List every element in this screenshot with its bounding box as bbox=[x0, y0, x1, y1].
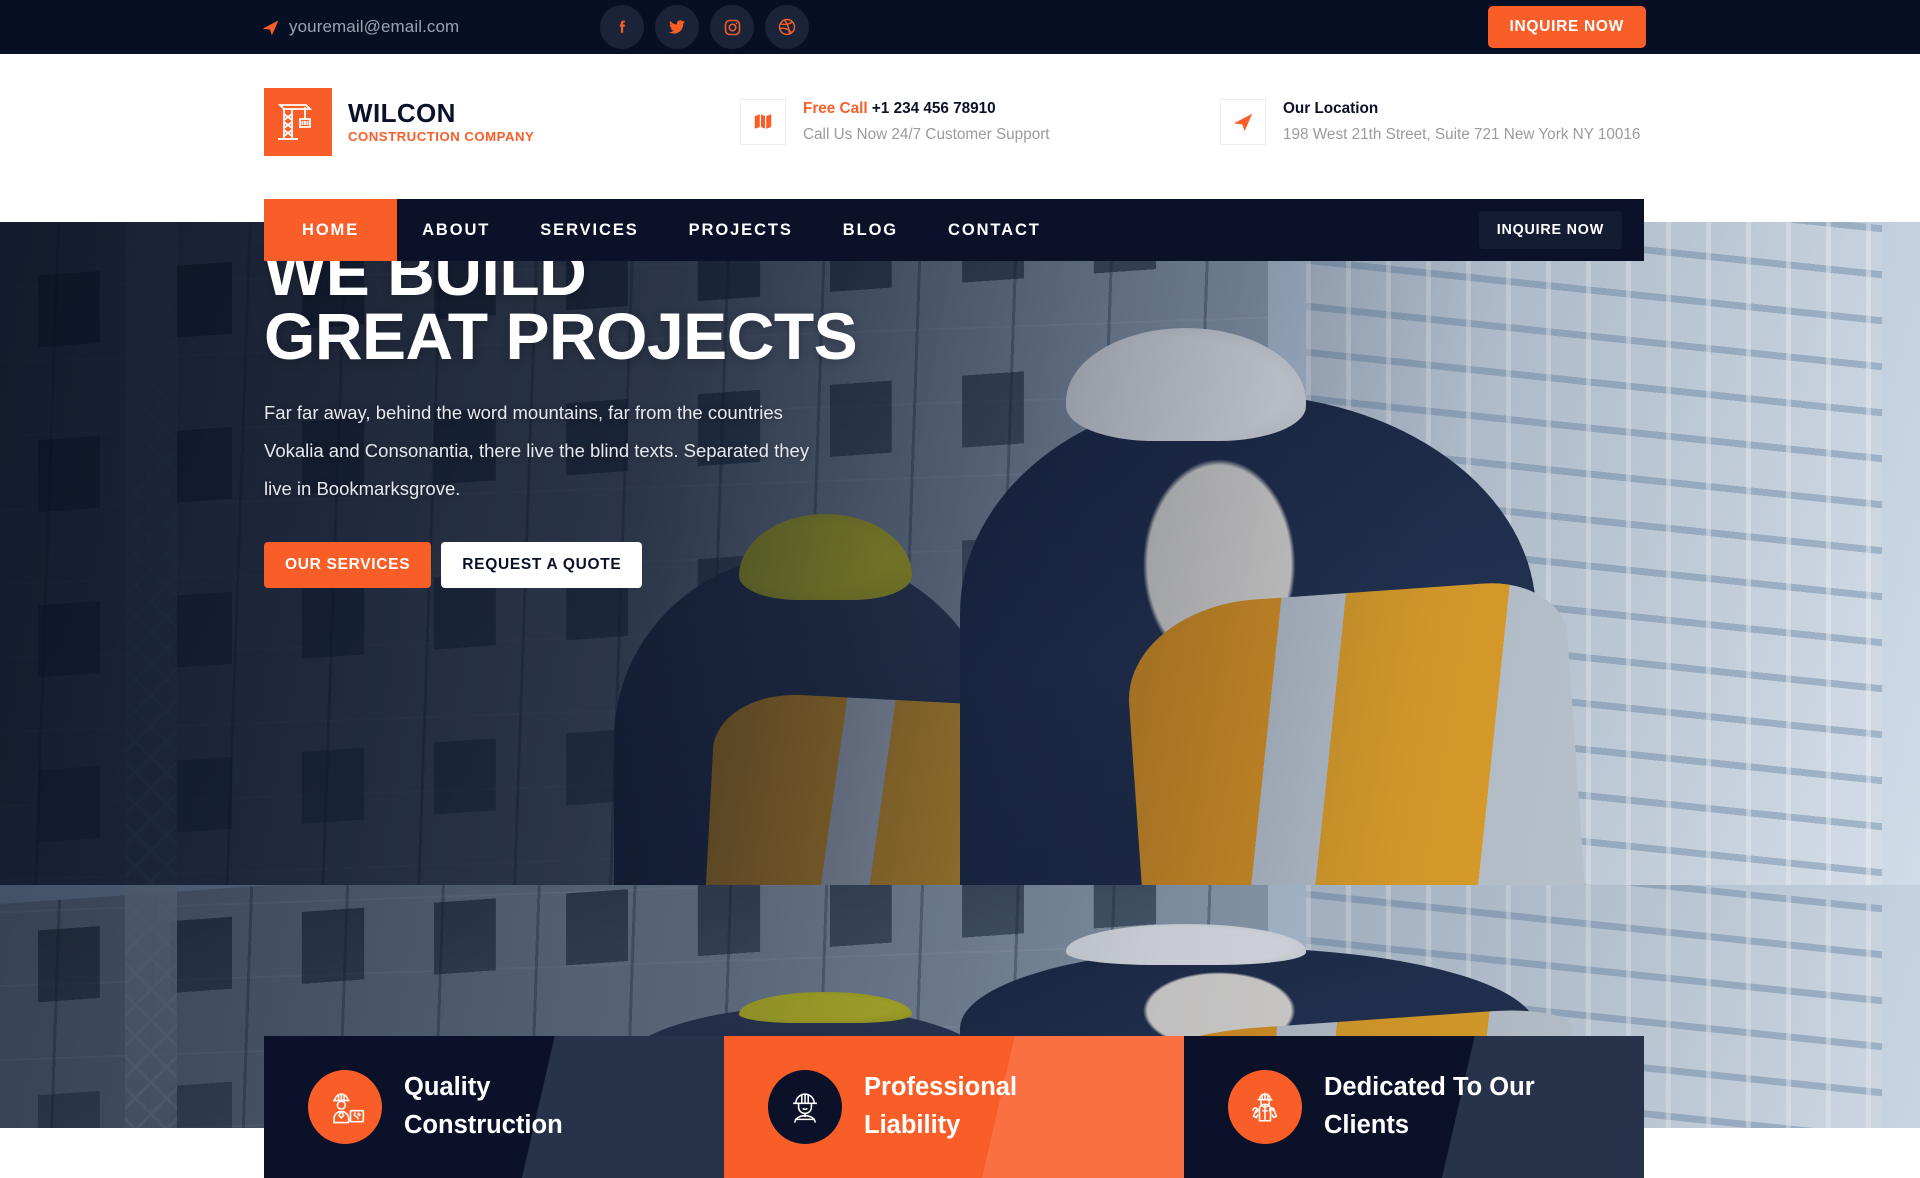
phone-number: +1 234 456 78910 bbox=[871, 100, 996, 117]
nav-item-blog[interactable]: BLOG bbox=[818, 199, 923, 261]
hero-buttons: OUR SERVICES REQUEST A QUOTE bbox=[264, 541, 964, 588]
landing-page: youremail@email.com INQUIRE NOW WILCON C… bbox=[0, 0, 1920, 1178]
engineer-helmet-icon bbox=[768, 1070, 842, 1144]
location-address: 198 West 21th Street, Suite 721 New York… bbox=[1283, 125, 1641, 143]
top-bar: youremail@email.com INQUIRE NOW bbox=[0, 0, 1920, 54]
nav-item-contact[interactable]: CONTACT bbox=[923, 199, 1066, 261]
feature-card-quality-construction[interactable]: Quality Construction bbox=[264, 1036, 724, 1178]
email-text: youremail@email.com bbox=[289, 17, 460, 36]
location-label: Our Location bbox=[1283, 100, 1379, 117]
logo[interactable]: WILCON CONSTRUCTION COMPANY bbox=[264, 88, 534, 156]
feature-card-title: Dedicated To Our Clients bbox=[1324, 1073, 1535, 1139]
our-services-button[interactable]: OUR SERVICES bbox=[264, 541, 432, 588]
feature-card-dedicated-to-our-clients[interactable]: Dedicated To Our Clients bbox=[1184, 1036, 1644, 1178]
dribbble-icon[interactable] bbox=[765, 5, 809, 49]
feature-card-title: Quality Construction bbox=[404, 1073, 563, 1139]
social-links bbox=[600, 5, 809, 49]
free-call-block: Free Call +1 234 456 78910 Call Us Now 2… bbox=[740, 98, 1050, 147]
brand-name: WILCON bbox=[348, 97, 456, 128]
email-link[interactable]: youremail@email.com bbox=[261, 17, 459, 37]
nav-item-projects[interactable]: PROJECTS bbox=[664, 199, 818, 261]
crane-icon bbox=[264, 88, 332, 156]
twitter-icon[interactable] bbox=[655, 5, 699, 49]
nav-inquire-button[interactable]: INQUIRE NOW bbox=[1478, 211, 1622, 249]
hero-paragraph: Far far away, behind the word mountains,… bbox=[264, 402, 810, 499]
nav-item-home[interactable]: HOME bbox=[264, 199, 398, 261]
request-quote-button[interactable]: REQUEST A QUOTE bbox=[441, 541, 643, 588]
location-block: Our Location 198 West 21th Street, Suite… bbox=[1220, 98, 1640, 147]
feature-card-professional-liability[interactable]: Professional Liability bbox=[724, 1036, 1184, 1178]
paper-plane-icon bbox=[261, 18, 280, 37]
instagram-icon[interactable] bbox=[710, 5, 754, 49]
brand-tagline: CONSTRUCTION COMPANY bbox=[348, 129, 535, 145]
map-book-icon bbox=[740, 99, 786, 146]
topbar-inquire-button[interactable]: INQUIRE NOW bbox=[1487, 6, 1646, 48]
free-call-sub: Call Us Now 24/7 Customer Support bbox=[803, 125, 1050, 143]
hero-title-line-2: GREAT PROJECTS bbox=[264, 299, 858, 374]
feature-card-title: Professional Liability bbox=[864, 1073, 1018, 1139]
worker-cheering-icon bbox=[1228, 1070, 1302, 1144]
paper-plane-icon bbox=[1220, 99, 1266, 146]
facebook-icon[interactable] bbox=[600, 5, 644, 49]
nav-item-services[interactable]: SERVICES bbox=[515, 199, 663, 261]
worker-toolbox-icon bbox=[308, 1070, 382, 1144]
feature-cards: Quality Construction Professional Liabil… bbox=[264, 1036, 1644, 1178]
main-navigation: HOME ABOUT SERVICES PROJECTS BLOG CONTAC… bbox=[264, 199, 1644, 261]
nav-item-about[interactable]: ABOUT bbox=[397, 199, 515, 261]
free-call-label: Free Call bbox=[803, 100, 868, 117]
free-call-line: Free Call +1 234 456 78910 bbox=[803, 98, 1050, 121]
hero-content: WE BUILD GREAT PROJECTS Far far away, be… bbox=[264, 239, 964, 588]
site-header: WILCON CONSTRUCTION COMPANY Free Call +1… bbox=[0, 54, 1920, 199]
